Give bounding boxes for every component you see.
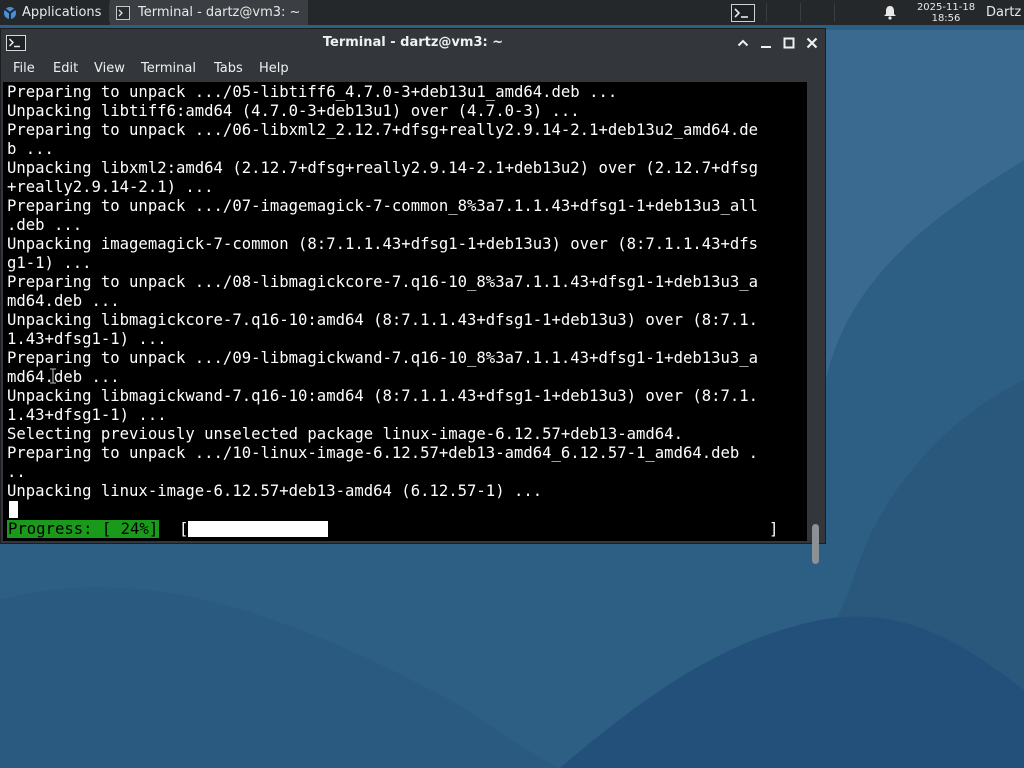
clock-date: 2025-11-18 [916,1,976,13]
terminal-line: md64.deb ... [7,292,120,310]
terminal-line: Preparing to unpack .../08-libmagickcore… [7,273,759,291]
terminal-line: b ... [7,140,54,158]
terminal-line: Preparing to unpack .../10-linux-image-6… [7,444,759,462]
panel-separator [834,3,835,22]
scrollbar-thumb[interactable] [812,524,819,564]
terminal-line: Preparing to unpack .../09-libmagickwand… [7,349,759,367]
text-cursor [9,501,18,518]
window-title: Terminal - dartz@vm3: ~ [322,35,504,50]
clock-time: 18:56 [931,12,961,24]
menu-edit[interactable]: Edit [53,57,78,81]
terminal-line: Preparing to unpack .../06-libxml2_2.12.… [7,121,759,139]
close-button[interactable] [804,35,820,51]
terminal-line: +really2.9.14-2.1) ... [7,178,214,196]
clock[interactable]: 2025-11-18 18:56 [908,0,984,25]
menu-file[interactable]: File [13,57,35,81]
menu-help[interactable]: Help [259,57,289,81]
maximize-icon [783,37,795,49]
terminal-line: Unpacking linux-image-6.12.57+deb13-amd6… [7,482,543,500]
xfce-logo-icon [4,6,16,19]
chevron-up-icon [737,39,749,47]
terminal-line: Preparing to unpack .../07-imagemagick-7… [7,197,759,215]
menubar: File Edit View Terminal Tabs Help [1,57,825,81]
taskbar-terminal-button[interactable]: Terminal - dartz@vm3: ~ [110,0,308,25]
terminal-line: g1-1) ... [7,254,92,272]
top-panel: Applications Terminal - dartz@vm3: ~ 202… [0,0,1024,25]
close-icon [806,37,818,49]
taskbar-terminal-label: Terminal - dartz@vm3: ~ [138,5,301,20]
menu-terminal[interactable]: Terminal [141,57,196,81]
terminal-icon [116,5,130,20]
menu-view[interactable]: View [94,57,125,81]
progress-fill [188,521,328,537]
panel-separator [800,3,801,22]
shade-button[interactable] [735,35,751,51]
terminal-line: 1.43+dfsg1-1) ... [7,406,167,424]
applications-label: Applications [22,5,102,20]
terminal-line: Unpacking libmagickwand-7.q16-10:amd64 (… [7,387,759,405]
terminal-line: 1.43+dfsg1-1) ... [7,330,167,348]
minimize-icon [761,46,771,48]
applications-menu-button[interactable]: Applications [0,0,108,25]
progress-bracket-close: ] [769,520,779,538]
terminal-line: Unpacking libtiff6:amd64 (4.7.0-3+deb13u… [7,102,580,120]
terminal-line: Unpacking imagemagick-7-common (8:7.1.1.… [7,235,759,253]
terminal-window: Terminal - dartz@vm3: ~ File Edit View T… [0,28,826,564]
progress-track [188,521,771,537]
progress-bracket-open: [ [179,520,189,538]
terminal-line: .. [7,463,26,481]
bell-icon [884,6,896,20]
ibeam-cursor-icon [50,368,56,384]
window-titlebar[interactable]: Terminal - dartz@vm3: ~ [1,29,825,57]
terminal-scrollbar[interactable] [807,82,825,564]
terminal-icon [731,3,755,22]
terminal-line: .deb ... [7,216,83,234]
terminal-line: Selecting previously unselected package … [7,425,683,443]
progress-row: Progress: [ 24%] [ ] [5,519,805,539]
terminal-line: Unpacking libmagickcore-7.q16-10:amd64 (… [7,311,759,329]
terminal-launcher-button[interactable] [728,0,758,25]
menu-tabs[interactable]: Tabs [214,57,243,81]
terminal-line: md64.deb ... [7,368,120,386]
notifications-button[interactable] [880,0,900,25]
progress-label: Progress: [ 24%] [7,520,160,538]
terminal-line: Preparing to unpack .../05-libtiff6_4.7.… [7,83,618,101]
terminal-line: Unpacking libxml2:amd64 (2.12.7+dfsg+rea… [7,159,759,177]
terminal-output[interactable]: Preparing to unpack .../05-libtiff6_4.7.… [3,82,807,541]
user-menu-button[interactable]: Dartz [986,0,1024,25]
maximize-button[interactable] [781,35,797,51]
panel-separator [766,3,767,22]
minimize-button[interactable] [758,35,774,51]
